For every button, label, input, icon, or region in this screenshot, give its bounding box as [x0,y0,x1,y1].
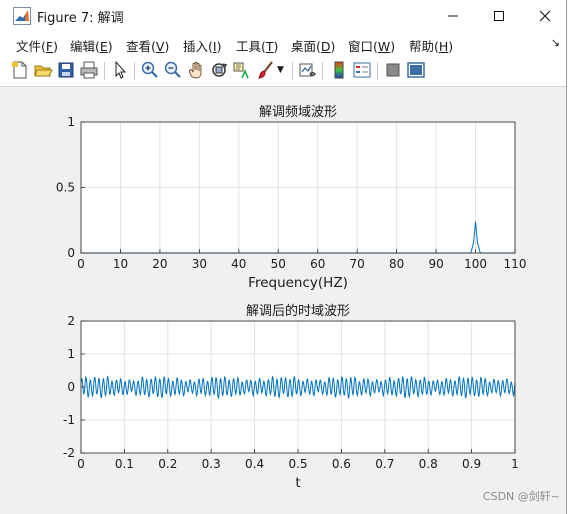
pointer-icon[interactable] [110,60,130,80]
y-tick-label: 1 [67,347,75,361]
x-tick-label: 0.8 [419,457,438,471]
x-tick-label: 0.7 [375,457,394,471]
close-button[interactable] [522,0,568,32]
maximize-icon [494,11,504,21]
title-bar[interactable]: Figure 7: 解调 [0,0,566,32]
menu-window[interactable]: 窗口(W) [348,36,395,55]
x-tick-label: 0.5 [288,457,307,471]
axes-time[interactable]: 0 0.1 0.2 0.3 0.4 0.5 0.6 0.7 0.8 0.9 1 -2 -1 0 1 2 解调后的… [63,303,519,491]
toolbar-separator [322,62,323,80]
x-tick-label: 1 [511,457,519,471]
x-tick-label: 90 [428,257,443,271]
menu-insert[interactable]: 插入(I) [183,36,221,55]
minimize-button[interactable] [430,0,476,32]
x-axis-label: Frequency(HZ) [248,275,348,291]
x-tick-label: 0 [77,257,85,271]
toolbar-separator [292,62,293,80]
y-tick-label: -2 [63,446,75,460]
window-title: Figure 7: 解调 [37,11,124,26]
minimize-icon [448,15,458,17]
x-tick-label: 10 [113,257,128,271]
x-tick-label: 40 [231,257,246,271]
menu-tools[interactable]: 工具(T) [236,36,278,55]
undock-arrow-icon[interactable]: ↘ [551,36,560,49]
save-icon[interactable] [56,60,76,80]
axes-title: 解调后的时域波形 [246,303,350,319]
menu-help[interactable]: 帮助(H) [409,36,453,55]
figure-canvas: 0 10 20 30 40 50 60 70 80 90 100 110 0 0.5 1 解调频域波形 Freq… [8,88,558,508]
close-icon [539,10,551,22]
y-tick-label: 0 [67,380,75,394]
x-tick-label: 0.9 [462,457,481,471]
plots-svg: 0 10 20 30 40 50 60 70 80 90 100 11000.51解调频域波形Freq… [56,105,527,491]
y-tick-label: -1 [63,413,75,427]
x-tick-label: 0.3 [202,457,221,471]
watermark-text: CSDN @剑轩~ [482,490,560,503]
menu-edit[interactable]: 编辑(E) [70,36,113,55]
show-plot-tools-icon[interactable] [406,60,426,80]
matlab-icon [13,7,31,25]
y-tick-label: 2 [67,314,75,328]
legend-icon[interactable] [352,60,372,80]
axes-title: 解调频域波形 [259,105,337,120]
x-tick-label: 110 [504,257,527,271]
y-tick-label: 1 [67,115,75,129]
x-tick-label: 30 [192,257,207,271]
x-tick-label: 50 [271,257,286,271]
toolbar-separator [377,62,378,80]
axes-frequency[interactable]: 0 10 20 30 40 50 60 70 80 90 100 110 0 0.5 1 解调频域波形 Freq… [56,105,527,291]
x-axis-label: t [295,475,300,491]
pan-icon[interactable] [186,60,206,80]
x-tick-label: 80 [389,257,404,271]
x-tick-label: 20 [152,257,167,271]
y-tick-label: 0.5 [56,181,75,195]
link-plot-icon[interactable] [298,60,318,80]
menu-file[interactable]: 文件(F) [16,36,58,55]
zoom-out-icon[interactable] [163,60,183,80]
menu-bar: 文件(F) 编辑(E) 查看(V) 插入(I) 工具(T) 桌面(D) 窗口(W… [0,32,566,56]
x-tick-label: 0.6 [332,457,351,471]
toolbar-separator [104,62,105,80]
zoom-in-icon[interactable] [140,60,160,80]
hide-plot-tools-icon[interactable] [383,60,403,80]
figure-window: Figure 7: 解调 文件(F) 编辑(E) 查看(V) 插入(I) 工具(… [0,0,567,514]
print-icon[interactable] [79,60,99,80]
x-tick-label: 0 [77,457,85,471]
x-tick-label: 0.4 [245,457,264,471]
rotate-3d-icon[interactable] [209,60,229,80]
background-window-edge [567,0,576,514]
x-tick-label: 70 [350,257,365,271]
x-tick-label: 0.1 [115,457,134,471]
menu-view[interactable]: 查看(V) [126,36,169,55]
new-figure-icon[interactable] [10,60,30,80]
brush-icon[interactable] [256,60,276,80]
open-file-icon[interactable] [33,60,53,80]
x-tick-label: 100 [464,257,487,271]
maximize-button[interactable] [476,0,522,32]
x-tick-label: 0.2 [158,457,177,471]
figure-toolbar: ▼ [0,56,566,87]
brush-dropdown-icon[interactable]: ▼ [277,65,287,85]
x-tick-label: 60 [310,257,325,271]
toolbar-separator [134,62,135,80]
data-cursor-icon[interactable] [232,60,252,80]
y-tick-label: 0 [67,246,75,260]
colorbar-icon[interactable] [329,60,349,80]
menu-desktop[interactable]: 桌面(D) [291,36,335,55]
